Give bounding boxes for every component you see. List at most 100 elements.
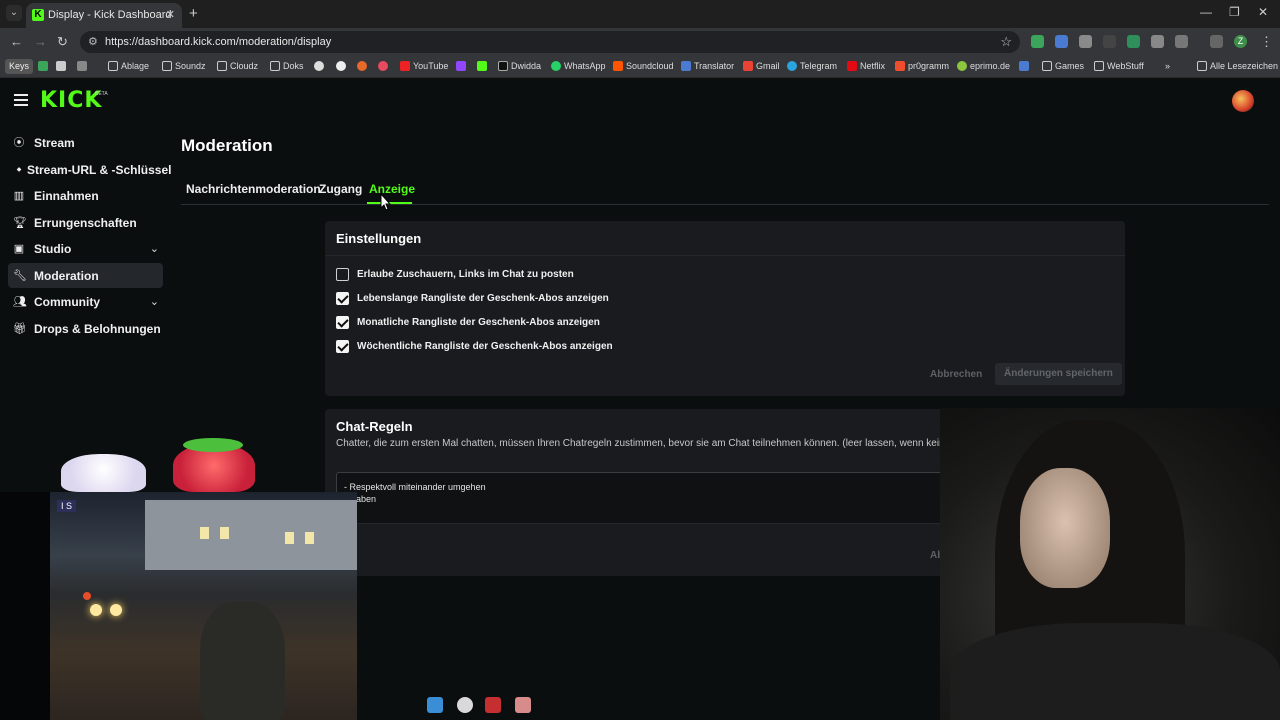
bookmark-pr0gramm[interactable]: pr0gramm [895, 61, 949, 71]
camera-badge: I S [57, 500, 77, 512]
cancel-button[interactable]: Abbrechen [930, 369, 982, 380]
app-icon[interactable] [485, 697, 501, 713]
building-image [145, 500, 357, 570]
tab-title: Display - Kick Dashboard [48, 9, 172, 21]
extension-icon[interactable] [1079, 35, 1092, 48]
sidebar-item-moderation[interactable]: 🔧︎ Moderation [8, 263, 163, 288]
kebab-menu-icon[interactable]: ⋮ [1260, 34, 1273, 50]
browser-tab-active[interactable]: K Display - Kick Dashboard ✕ [26, 3, 182, 28]
chart-icon: ▥ [13, 189, 25, 202]
media-icon[interactable] [1210, 35, 1223, 48]
forward-icon[interactable]: → [34, 34, 47, 49]
menu-icon[interactable] [14, 94, 28, 109]
bookmark-ablage[interactable]: Ablage [108, 61, 149, 71]
option-lifetime-leaderboard[interactable]: Lebenslange Rangliste der Geschenk-Abos … [336, 291, 609, 305]
chat-rules-title: Chat-Regeln [336, 419, 413, 434]
tab-nachrichtenmoderation[interactable]: Nachrichtenmoderation [186, 182, 321, 196]
bookmark-translator[interactable]: Translator [681, 61, 734, 71]
window-close-button[interactable]: ✕ [1258, 5, 1268, 19]
address-bar[interactable]: ⚙ https://dashboard.kick.com/moderation/… [80, 31, 1020, 53]
window-light [220, 527, 229, 539]
sidebar-item-einnahmen[interactable]: ▥ Einnahmen [8, 183, 163, 208]
bookmark-netflix[interactable]: Netflix [847, 61, 885, 71]
bookmark-icon[interactable] [357, 61, 367, 71]
bookmark-dwidda[interactable]: Dwidda [498, 61, 541, 71]
bookmark-icon[interactable] [314, 61, 324, 71]
trophy-icon: 🏆︎ [13, 216, 27, 229]
kick-logo[interactable]: KICK [40, 88, 102, 113]
tab-anzeige[interactable]: Anzeige [369, 182, 415, 196]
bookmark-all[interactable]: Alle Lesezeichen [1197, 61, 1278, 71]
broadcast-icon: ⦿ [13, 136, 25, 149]
option-allow-links[interactable]: Erlaube Zuschauern, Links im Chat zu pos… [336, 267, 574, 281]
back-icon[interactable]: ← [10, 34, 23, 49]
sidebar-item-studio[interactable]: ▣ Studio ⌄ [8, 236, 163, 261]
key-icon: ◆ [16, 166, 22, 173]
bookmark-eprimo[interactable]: eprimo.de [957, 61, 1010, 71]
lamp-light [90, 604, 102, 616]
bookmark-star-icon[interactable]: ☆ [1000, 34, 1012, 50]
bookmark-keys[interactable]: Keys [5, 59, 34, 74]
bookmark-icon[interactable] [456, 61, 466, 71]
save-changes-button[interactable]: Änderungen speichern [995, 363, 1122, 385]
puzzle-icon[interactable] [1175, 35, 1188, 48]
bookmark-icon[interactable] [477, 61, 487, 71]
site-info-icon[interactable]: ⚙ [88, 35, 98, 48]
sidebar-item-stream[interactable]: ⦿ Stream [8, 130, 163, 155]
app-icon[interactable] [457, 697, 473, 713]
extension-icon[interactable] [1103, 35, 1116, 48]
tab-search-button[interactable]: ⌄ [6, 5, 22, 21]
checkbox[interactable] [336, 267, 349, 281]
bookmark-games[interactable]: Games [1042, 61, 1084, 71]
checkbox[interactable] [336, 291, 349, 305]
settings-title: Einstellungen [336, 231, 422, 246]
bookmark-cloudz[interactable]: Cloudz [217, 61, 258, 71]
tab-zugang[interactable]: Zugang [319, 182, 362, 196]
option-label: Lebenslange Rangliste der Geschenk-Abos … [357, 292, 609, 304]
sidebar-item-errungenschaften[interactable]: 🏆︎ Errungenschaften [8, 210, 163, 235]
bookmark-webstuff[interactable]: WebStuff [1094, 61, 1144, 71]
sidebar-item-label: Stream-URL & -Schlüssel [27, 162, 172, 177]
user-avatar[interactable] [1232, 90, 1254, 112]
url-text: https://dashboard.kick.com/moderation/di… [105, 36, 332, 48]
bookmark-icon[interactable] [56, 61, 66, 71]
app-icon[interactable] [515, 697, 531, 713]
profile-avatar[interactable]: Z [1234, 35, 1247, 48]
option-label: Erlaube Zuschauern, Links im Chat zu pos… [357, 268, 574, 280]
close-icon[interactable]: ✕ [166, 8, 175, 21]
bookmark-icon[interactable] [378, 61, 388, 71]
bookmark-icon[interactable] [1019, 61, 1029, 71]
extension-icon[interactable] [1055, 35, 1068, 48]
sidebar-item-stream-key[interactable]: ◆ Stream-URL & -Schlüssel [8, 157, 172, 182]
extension-icon[interactable] [1151, 35, 1164, 48]
checkbox[interactable] [336, 339, 349, 353]
new-tab-button[interactable]: + [189, 5, 198, 22]
bookmark-doks[interactable]: Doks [270, 61, 304, 71]
option-monthly-leaderboard[interactable]: Monatliche Rangliste der Geschenk-Abos a… [336, 315, 600, 329]
option-weekly-leaderboard[interactable]: Wöchentliche Rangliste der Geschenk-Abos… [336, 339, 613, 353]
bookmark-soundz[interactable]: Soundz [162, 61, 206, 71]
cat-sticker-image [61, 454, 146, 492]
bookmark-icon[interactable] [77, 61, 87, 71]
checkbox[interactable] [336, 315, 349, 329]
bookmark-soundcloud[interactable]: Soundcloud [613, 61, 674, 71]
bookmark-icon[interactable] [38, 61, 48, 71]
maximize-button[interactable]: ❐ [1229, 5, 1240, 19]
sticker-overlay [55, 438, 265, 492]
sidebar-item-drops[interactable]: 🎁︎ Drops & Belohnungen [8, 316, 163, 341]
reload-icon[interactable]: ↻ [57, 34, 68, 50]
sidebar-item-community[interactable]: 👥︎ Community ⌄ [8, 289, 163, 314]
textarea-line: - Respektvoll miteinander umgehen [344, 482, 486, 492]
bookmark-gmail[interactable]: Gmail [743, 61, 780, 71]
shield-extension-icon[interactable] [1031, 35, 1044, 48]
extension-icon[interactable] [1127, 35, 1140, 48]
more-bookmarks-icon[interactable]: » [1165, 61, 1170, 71]
bookmark-telegram[interactable]: Telegram [787, 61, 837, 71]
gameplay-overlay-image: I S [50, 492, 357, 720]
bookmark-whatsapp[interactable]: WhatsApp [551, 61, 606, 71]
bookmark-icon[interactable] [336, 61, 346, 71]
bookmark-youtube[interactable]: YouTube [400, 61, 448, 71]
notes-app-icon[interactable] [427, 697, 443, 713]
minimize-button[interactable]: — [1200, 5, 1212, 19]
sidebar-item-label: Einnahmen [34, 188, 99, 203]
